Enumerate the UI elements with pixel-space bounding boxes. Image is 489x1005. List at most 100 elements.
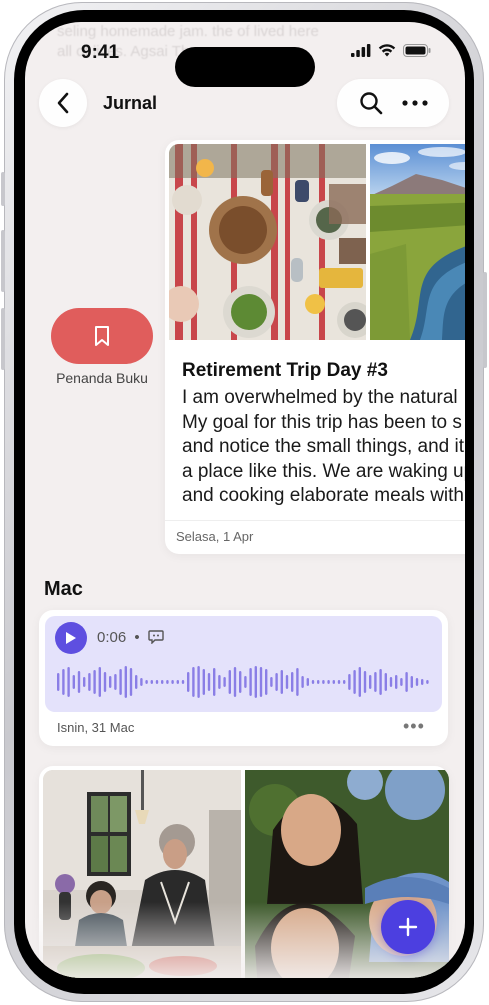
section-heading: Mac xyxy=(44,578,83,600)
audio-waveform[interactable] xyxy=(57,662,437,702)
waveform-bar xyxy=(244,676,247,688)
status-time: 9:41 xyxy=(81,42,120,63)
waveform-bar xyxy=(421,679,424,685)
waveform-bar xyxy=(410,676,413,688)
audio-player: 0:06 • xyxy=(45,616,442,712)
waveform-bar xyxy=(103,672,107,692)
waveform-bar xyxy=(98,667,101,697)
waveform-bar xyxy=(426,680,429,684)
search-icon[interactable] xyxy=(359,91,383,115)
waveform-bar xyxy=(384,673,387,691)
entry-body: I am overwhelmed by the natural My goal … xyxy=(182,386,465,509)
waveform-bar xyxy=(369,675,372,689)
toolbar-pill xyxy=(337,79,449,127)
entry-line: a place like this. We are waking up xyxy=(182,460,465,482)
waveform-bar xyxy=(72,675,75,689)
entry-line: My goal for this trip has been to s xyxy=(182,411,462,433)
waveform-bar xyxy=(119,669,122,695)
play-button[interactable] xyxy=(55,622,87,654)
waveform-bar xyxy=(291,672,294,692)
ellipsis-icon[interactable] xyxy=(401,100,428,106)
volume-down-button xyxy=(1,308,5,370)
waveform-bar xyxy=(348,674,351,690)
audio-entry-card[interactable]: 0:06 • Isnin, 31 Mac ••• xyxy=(39,610,448,746)
waveform-bar xyxy=(327,680,330,684)
waveform-bar xyxy=(343,680,346,684)
photo-entry-card[interactable] xyxy=(39,766,449,978)
waveform-bar xyxy=(207,673,211,691)
transcript-icon[interactable] xyxy=(148,630,164,645)
waveform-bar xyxy=(311,680,315,684)
waveform-bar xyxy=(67,667,70,697)
waveform-bar xyxy=(400,678,403,686)
chevron-left-icon xyxy=(57,92,69,114)
waveform-bar xyxy=(135,675,138,689)
waveform-bar xyxy=(218,675,221,689)
waveform-bar xyxy=(296,668,299,696)
waveform-bar xyxy=(322,680,325,684)
back-button[interactable] xyxy=(39,79,87,127)
waveform-bar xyxy=(88,673,91,691)
waveform-bar xyxy=(192,667,195,697)
entry-date: Selasa, 1 Apr xyxy=(176,529,254,544)
waveform-bar xyxy=(280,670,283,694)
waveform-bar xyxy=(239,671,242,693)
waveform-bar xyxy=(161,680,164,684)
play-icon xyxy=(66,632,76,644)
waveform-bar xyxy=(405,672,408,692)
waveform-bar xyxy=(228,670,231,694)
signal-icon xyxy=(351,44,371,57)
waveform-bar xyxy=(62,669,65,695)
waveform-bar xyxy=(93,670,96,694)
bookmark-label: Penanda Buku xyxy=(56,370,148,386)
waveform-bar xyxy=(270,677,273,687)
waveform-bar xyxy=(213,668,216,696)
new-entry-button[interactable] xyxy=(381,900,435,954)
entry-line: I am overwhelmed by the natural xyxy=(182,387,458,408)
waveform-bar xyxy=(114,674,117,690)
waveform-bar xyxy=(197,666,200,698)
waveform-bar xyxy=(249,668,252,696)
waveform-bar xyxy=(145,680,148,684)
wifi-icon xyxy=(378,44,396,57)
waveform-bar xyxy=(306,678,309,686)
waveform-bar xyxy=(176,680,179,684)
waveform-bar xyxy=(187,672,190,692)
waveform-bar xyxy=(363,671,367,693)
entry-line: and cooking elaborate meals with xyxy=(182,485,465,506)
waveform-bar xyxy=(389,677,393,687)
bookmark-button[interactable] xyxy=(51,308,153,364)
more-options-button[interactable]: ••• xyxy=(403,716,425,737)
waveform-bar xyxy=(129,668,133,696)
waveform-bar xyxy=(259,667,263,697)
waveform-bar xyxy=(223,677,226,687)
waveform-bar xyxy=(374,672,377,692)
journal-entry-card[interactable]: Retirement Trip Day #3 I am overwhelmed … xyxy=(165,140,465,554)
plus-icon xyxy=(398,917,418,937)
waveform-bar xyxy=(155,680,159,684)
waveform-bar xyxy=(83,677,86,687)
entry-title: Retirement Trip Day #3 xyxy=(182,360,388,381)
waveform-bar xyxy=(124,666,127,698)
volume-up-button xyxy=(1,230,5,292)
waveform-bar xyxy=(181,680,185,684)
waveform-bar xyxy=(353,670,356,694)
waveform-bar xyxy=(57,673,60,691)
waveform-bar xyxy=(150,680,153,684)
bookmark-icon xyxy=(95,326,109,346)
food-table-photo xyxy=(169,144,366,340)
waveform-bar xyxy=(415,678,419,686)
side-button xyxy=(483,272,487,368)
waveform-bar xyxy=(77,671,81,693)
status-icons xyxy=(351,44,431,57)
waveform-bar xyxy=(395,675,398,689)
dynamic-island xyxy=(175,47,315,87)
river-landscape-photo xyxy=(370,144,465,340)
waveform-bar xyxy=(171,680,174,684)
status-bar: 9:41 xyxy=(25,36,465,87)
entry-line: and notice the small things, and it xyxy=(182,436,465,457)
waveform-bar xyxy=(254,666,257,698)
separator: • xyxy=(134,629,140,646)
audio-date: Isnin, 31 Mac xyxy=(57,720,135,735)
waveform-bar xyxy=(332,680,335,684)
